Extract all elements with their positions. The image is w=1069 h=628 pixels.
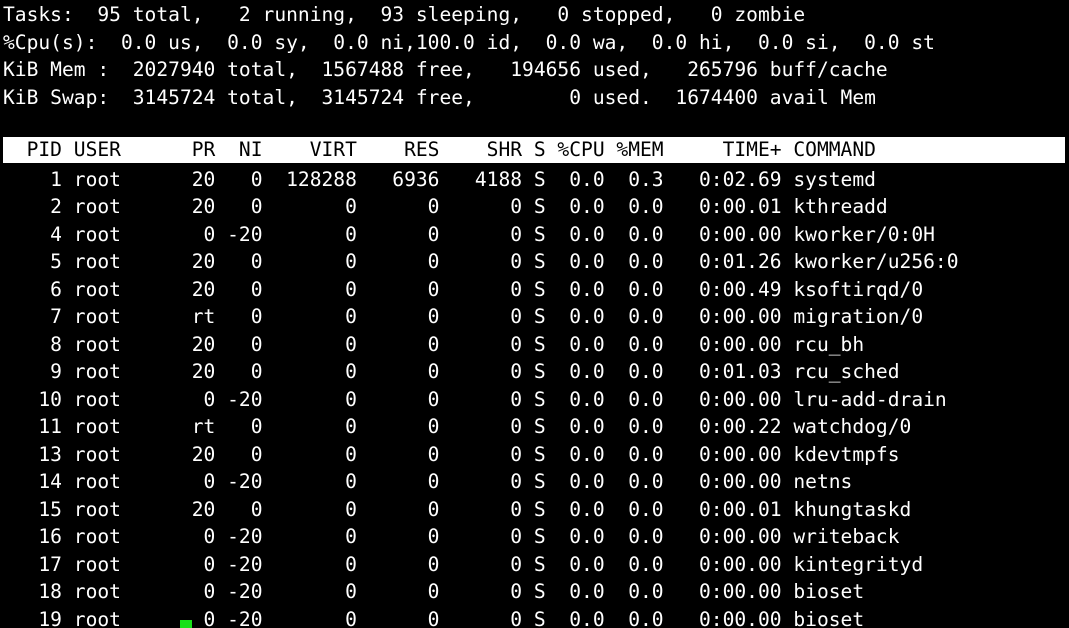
process-row[interactable]: 15 root 20 0 0 0 0 S 0.0 0.0 0:00.01 khu… xyxy=(3,496,911,524)
process-row[interactable]: 16 root 0 -20 0 0 0 S 0.0 0.0 0:00.00 wr… xyxy=(3,523,899,551)
tasks-summary-line: Tasks: 95 total, 2 running, 93 sleeping,… xyxy=(3,3,806,26)
process-row[interactable]: 18 root 0 -20 0 0 0 S 0.0 0.0 0:00.00 bi… xyxy=(3,578,864,606)
process-row[interactable]: 13 root 20 0 0 0 0 S 0.0 0.0 0:00.00 kde… xyxy=(3,441,899,469)
process-row[interactable]: 1 root 20 0 128288 6936 4188 S 0.0 0.3 0… xyxy=(3,166,876,194)
swap-summary-line: KiB Swap: 3145724 total, 3145724 free, 0… xyxy=(3,85,876,109)
terminal-cursor xyxy=(180,620,192,628)
process-row[interactable]: 5 root 20 0 0 0 0 S 0.0 0.0 0:01.26 kwor… xyxy=(3,248,958,276)
process-row[interactable]: 19 root 0 -20 0 0 0 S 0.0 0.0 0:00.00 bi… xyxy=(3,606,864,628)
process-row[interactable]: 11 root rt 0 0 0 0 S 0.0 0.0 0:00.22 wat… xyxy=(3,413,911,441)
process-row[interactable]: 6 root 20 0 0 0 0 S 0.0 0.0 0:00.49 ksof… xyxy=(3,276,923,304)
process-row[interactable]: 8 root 20 0 0 0 0 S 0.0 0.0 0:00.00 rcu_… xyxy=(3,331,864,359)
process-row[interactable]: 10 root 0 -20 0 0 0 S 0.0 0.0 0:00.00 lr… xyxy=(3,386,946,414)
terminal-screen[interactable]: Tasks: 95 total, 2 running, 93 sleeping,… xyxy=(0,0,1069,628)
process-table-header[interactable]: PID USER PR NI VIRT RES SHR S %CPU %MEM … xyxy=(3,137,1065,163)
process-row[interactable]: 17 root 0 -20 0 0 0 S 0.0 0.0 0:00.00 ki… xyxy=(3,551,923,579)
process-row[interactable]: 4 root 0 -20 0 0 0 S 0.0 0.0 0:00.00 kwo… xyxy=(3,221,935,249)
process-row[interactable]: 14 root 0 -20 0 0 0 S 0.0 0.0 0:00.00 ne… xyxy=(3,468,852,496)
process-row[interactable]: 2 root 20 0 0 0 0 S 0.0 0.0 0:00.01 kthr… xyxy=(3,193,888,221)
cpu-summary-line: %Cpu(s): 0.0 us, 0.0 sy, 0.0 ni,100.0 id… xyxy=(3,30,935,54)
process-row[interactable]: 7 root rt 0 0 0 0 S 0.0 0.0 0:00.00 migr… xyxy=(3,303,923,331)
memory-summary-line: KiB Mem : 2027940 total, 1567488 free, 1… xyxy=(3,58,888,81)
process-row[interactable]: 9 root 20 0 0 0 0 S 0.0 0.0 0:01.03 rcu_… xyxy=(3,358,899,386)
